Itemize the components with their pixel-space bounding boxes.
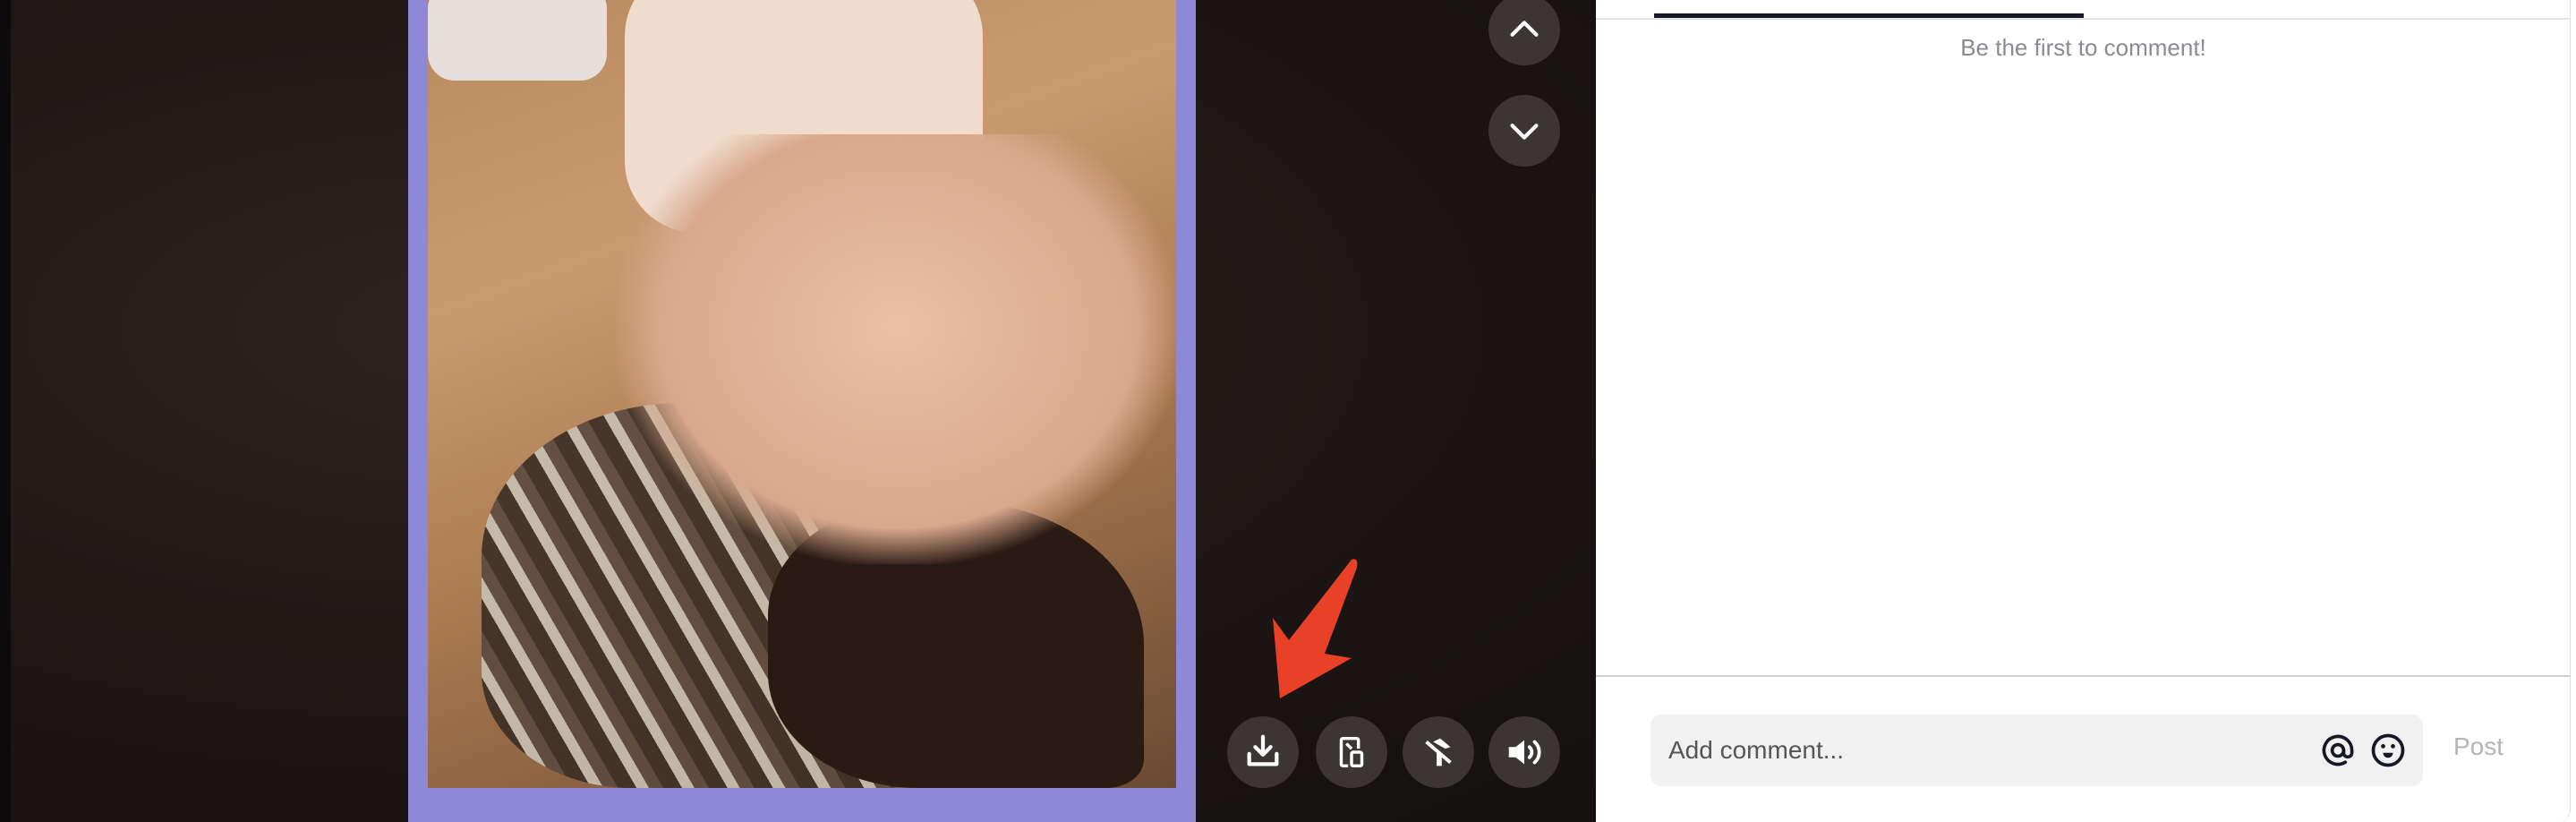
pip-icon — [1339, 736, 1364, 768]
picture-in-picture-button[interactable] — [1316, 716, 1387, 788]
video-frame — [408, 0, 1196, 822]
empty-comments-text: Be the first to comment! — [1960, 34, 2206, 61]
previous-video-button[interactable] — [1488, 0, 1560, 65]
chevron-up-icon — [1510, 21, 1539, 37]
divider — [1596, 675, 2571, 677]
auto-scroll-button[interactable] — [1403, 716, 1474, 788]
video-player[interactable] — [428, 0, 1176, 788]
next-video-button[interactable] — [1488, 95, 1560, 167]
volume-button[interactable] — [1488, 716, 1560, 788]
annotation-arrow — [1273, 559, 1358, 698]
download-button[interactable] — [1227, 716, 1299, 788]
emoji-icon[interactable] — [2368, 731, 2408, 770]
volume-icon — [1508, 740, 1541, 765]
comment-box — [1651, 715, 2423, 786]
divider — [1596, 18, 2571, 20]
comments-panel: Be the first to comment! Post — [1596, 0, 2571, 822]
comment-input[interactable] — [1668, 715, 2295, 786]
download-icon — [1247, 734, 1279, 766]
post-button[interactable]: Post — [2453, 732, 2503, 761]
mention-icon[interactable] — [2318, 731, 2358, 770]
auto-scroll-off-icon — [1425, 738, 1452, 766]
video-stage — [0, 0, 1596, 822]
chevron-down-icon — [1510, 124, 1539, 140]
